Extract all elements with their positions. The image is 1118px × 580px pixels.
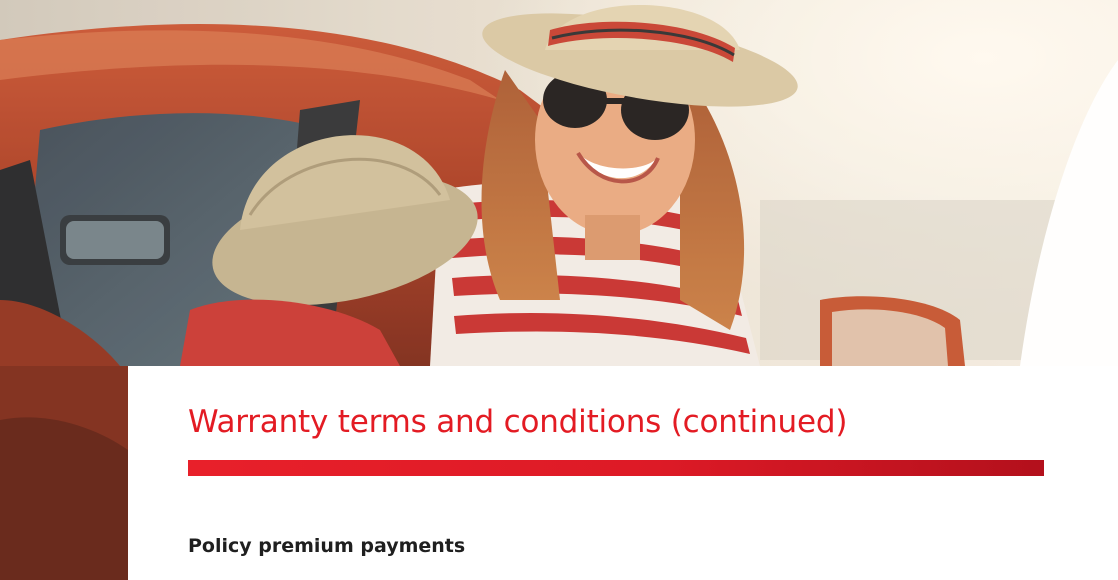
title-accent-bar [188,460,1044,476]
section-heading: Policy premium payments [188,535,466,557]
page-title: Warranty terms and conditions (continued… [188,404,848,440]
content-card: Warranty terms and conditions (continued… [128,366,1118,580]
